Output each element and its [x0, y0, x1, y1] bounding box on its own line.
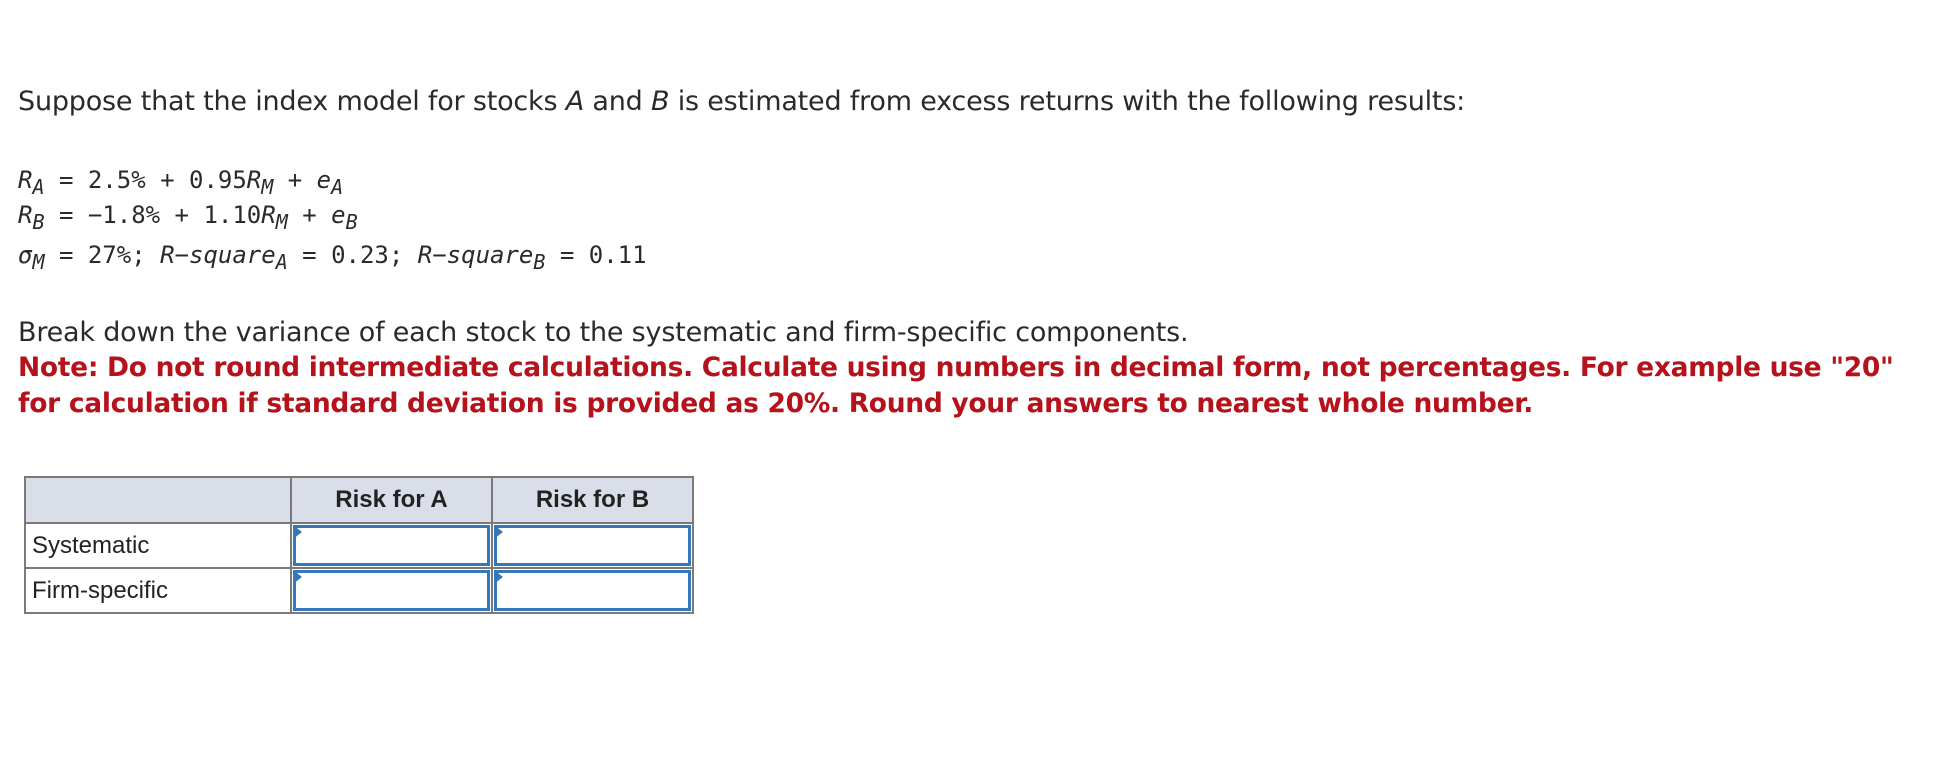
eq-symbol: R	[246, 166, 262, 194]
firm-specific-risk-a-input[interactable]	[293, 570, 490, 611]
eq-text: = 27%;	[44, 241, 161, 269]
cell-systematic-b	[491, 522, 694, 569]
row-label-systematic: Systematic	[24, 522, 292, 569]
eq-subscript: A	[275, 250, 288, 274]
eq-text: +	[287, 201, 332, 229]
table-row-systematic: Systematic	[24, 522, 694, 569]
table-header-row: Risk for A Risk for B	[24, 476, 694, 524]
instruction-text: Break down the variance of each stock to…	[18, 317, 1189, 348]
intro-prefix: Suppose that the index model for stocks	[18, 86, 566, 117]
eq-symbol: R−square	[160, 241, 276, 269]
cell-firm-specific-a	[290, 567, 493, 614]
row-label-firm-specific: Firm-specific	[24, 567, 292, 614]
eq-subscript: A	[32, 175, 45, 199]
eq-text: +	[273, 166, 317, 194]
eq-subscript: M	[275, 210, 288, 234]
eq-symbol: e	[316, 166, 332, 194]
eq-symbol: R	[261, 201, 276, 229]
table-row-firm-specific: Firm-specific	[24, 567, 694, 614]
eq-symbol: e	[331, 201, 346, 229]
eq-subscript: M	[32, 250, 45, 274]
header-blank	[24, 476, 292, 524]
eq-subscript: B	[32, 210, 45, 234]
equation-stock-b: RB = −1.8% + 1.10RM + eB	[18, 200, 358, 232]
eq-symbol: R	[18, 166, 33, 194]
eq-symbol: R−square	[417, 241, 534, 269]
header-risk-b: Risk for B	[491, 476, 694, 524]
stock-b-label: B	[650, 86, 670, 117]
systematic-risk-b-input[interactable]	[494, 525, 691, 566]
cell-firm-specific-b	[491, 567, 694, 614]
intro-middle: and	[584, 86, 651, 117]
eq-text: = −1.8% + 1.10	[44, 201, 262, 229]
eq-subscript: B	[533, 250, 546, 274]
cell-systematic-a	[290, 522, 493, 569]
header-risk-a: Risk for A	[290, 476, 493, 524]
systematic-risk-a-input[interactable]	[293, 525, 490, 566]
eq-text: = 0.23;	[287, 241, 418, 269]
equation-market-stats: σM = 27%; R−squareA = 0.23; R−squareB = …	[18, 240, 647, 272]
eq-text: = 2.5% + 0.95	[44, 166, 247, 194]
answer-table: Risk for A Risk for B Systematic Firm-sp…	[24, 476, 694, 614]
eq-text: = 0.11	[545, 241, 647, 269]
eq-symbol: R	[18, 201, 33, 229]
eq-subscript: M	[261, 175, 274, 199]
equation-stock-a: RA = 2.5% + 0.95RM + eA	[18, 165, 343, 197]
note-text: Note: Do not round intermediate calculat…	[18, 352, 1894, 419]
eq-subscript: A	[331, 175, 344, 199]
eq-subscript: B	[345, 210, 358, 234]
stock-a-label: A	[565, 86, 585, 117]
eq-symbol: σ	[18, 241, 33, 269]
intro-text: Suppose that the index model for stocks …	[18, 84, 1465, 120]
firm-specific-risk-b-input[interactable]	[494, 570, 691, 611]
intro-suffix: is estimated from excess returns with th…	[669, 86, 1466, 117]
